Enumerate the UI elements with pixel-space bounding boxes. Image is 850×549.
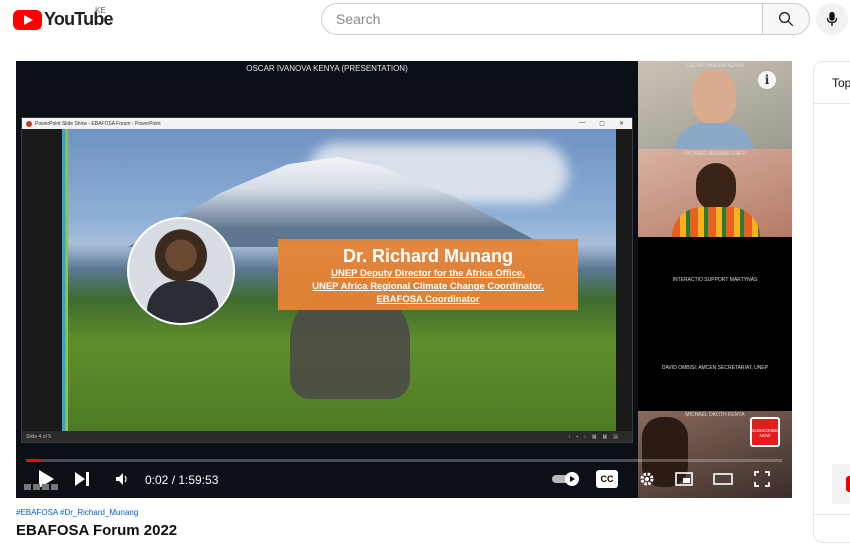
autoplay-toggle-icon [552,472,579,486]
miniplayer-icon [675,472,693,486]
participant-face [692,69,736,125]
speaker-portrait [127,217,235,325]
powerpoint-icon [26,120,32,127]
participant-face [696,163,736,211]
speaker-title-line-2: UNEP Africa Regional Climate Change Coor… [312,281,544,292]
skip-next-icon [75,472,89,486]
fullscreen-icon [754,471,770,487]
search-input[interactable]: Search [321,3,762,35]
time-display: 0:02 / 1:59:53 [145,473,219,487]
participant-body [674,123,754,149]
theater-mode-button[interactable] [710,467,736,491]
participant-tile-3: INTERACTIO SUPPORT MARTYNAS [638,237,792,325]
side-panel-divider [814,514,850,515]
speaker-name-card: Dr. Richard Munang UNEP Deputy Director … [278,239,578,310]
volume-button[interactable] [111,467,133,491]
progress-bar[interactable] [26,459,782,462]
side-panel-thumbnail[interactable] [832,464,850,504]
info-icon[interactable]: i [758,71,776,89]
speaker-title-line-1: UNEP Deputy Director for the Africa Offi… [331,268,525,279]
speaker-name: Dr. Richard Munang [342,246,513,266]
country-code: KE [95,6,106,15]
participant-body [672,207,760,237]
ppt-slide-counter: Slide 4 of 5 [26,433,52,440]
ppt-statusbar: Slide 4 of 5 ‹▪›▦▦▤ [22,431,632,442]
chapter-thumbnails [24,484,58,490]
speaker-title-line-3: EBAFOSA Coordinator [376,294,480,305]
participant-tile-2: RICHARD MUNANG UNEP [638,149,792,237]
theater-mode-icon [713,473,733,485]
settings-button[interactable] [636,467,658,491]
video-hashtags[interactable]: #EBAFOSA #Dr_Richard_Munang [16,508,138,517]
participant-label: DAVID OMBISI: AMCEN SECRETARIAT, UNEP [661,365,769,371]
slide-content: Dr. Richard Munang UNEP Deputy Director … [68,129,616,433]
ppt-view-controls: ‹▪›▦▦▤ [568,433,624,440]
search-icon [779,12,794,27]
ppt-titlebar: PowerPoint Slide Show - EBAFOSA Forum - … [22,118,632,129]
youtube-play-icon [13,9,42,30]
participant-label: INTERACTIO SUPPORT MARTYNAS [672,277,758,283]
masthead: YouTube KE Search [0,0,850,38]
microphone-icon [826,11,838,27]
volume-icon [116,473,127,485]
participant-tile-4: DAVID OMBISI: AMCEN SECRETARIAT, UNEP [638,325,792,411]
ppt-window-controls: — ▢ ✕ [579,120,624,127]
ppt-window-title: PowerPoint Slide Show - EBAFOSA Forum - … [35,120,161,127]
voice-search-button[interactable] [816,3,848,35]
presentation-area: OSCAR IVANOVA KENYA (PRESENTATION) Power… [16,61,638,498]
side-panel-heading[interactable]: Top [814,62,850,104]
gear-icon [640,472,654,486]
autoplay-toggle[interactable] [552,469,580,489]
video-player[interactable]: OSCAR IVANOVA KENYA (PRESENTATION) Power… [16,61,792,498]
presentation-label: OSCAR IVANOVA KENYA (PRESENTATION) [246,64,408,73]
video-title: EBAFOSA Forum 2022 [16,522,178,539]
search-button[interactable] [762,3,810,35]
participant-tile-1: OSCAR IVANOVA KENYA i [638,61,792,149]
fullscreen-button[interactable] [750,467,774,491]
miniplayer-button[interactable] [672,467,696,491]
side-panel: Top [813,61,850,543]
subscribe-badge: SUBSCRIBE NOW [750,417,780,447]
subtitles-button[interactable]: CC [596,470,618,488]
progress-fill [26,459,42,462]
participant-label: RICHARD MUNANG UNEP [684,151,746,157]
next-button[interactable] [71,467,93,491]
powerpoint-window: PowerPoint Slide Show - EBAFOSA Forum - … [21,117,633,443]
